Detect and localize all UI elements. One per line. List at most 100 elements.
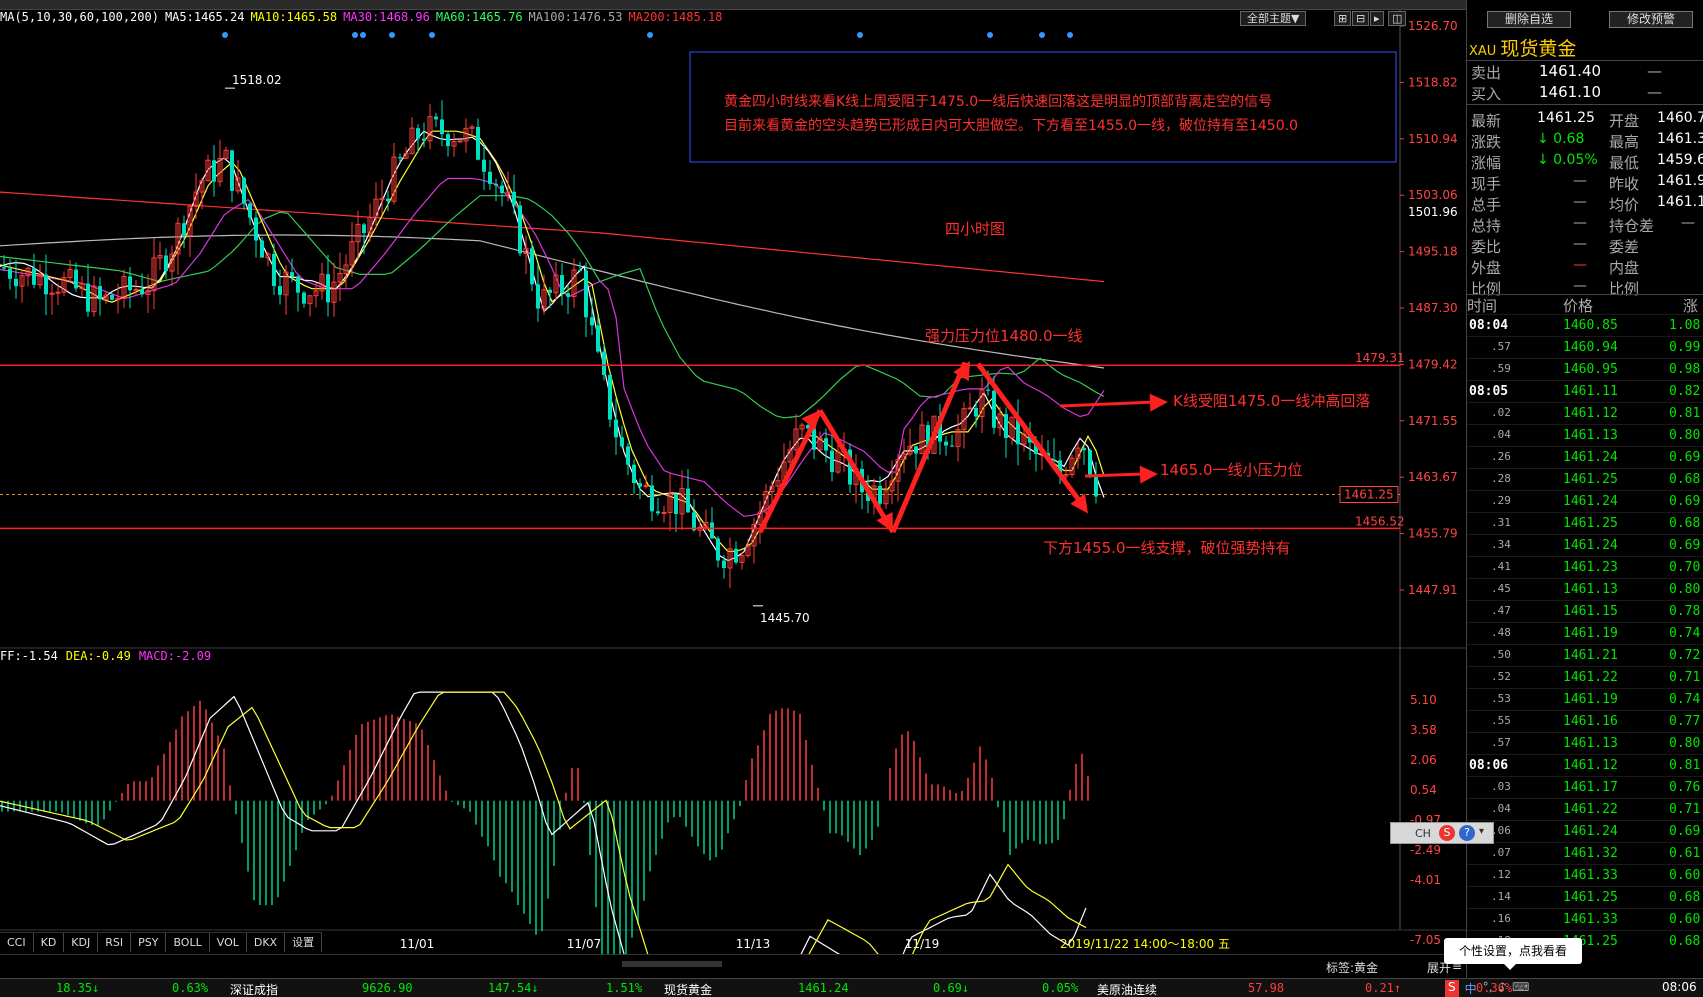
trade-change: 0.81 [1669, 406, 1701, 421]
stat-label: 昨收 [1609, 175, 1640, 193]
stat-value: — [1573, 194, 1587, 210]
trade-time: .03 [1491, 780, 1511, 793]
candle-body [950, 445, 954, 447]
candle-body [992, 390, 996, 428]
event-dot[interactable] [360, 32, 366, 38]
trade-price: 1461.13 [1563, 428, 1618, 443]
ime-toolbar[interactable]: CH S ? ▾ [1390, 822, 1494, 844]
quote-panel: 删除自选 修改预警 XAU 现货黄金 卖出 1461.40 — 买入 1461.1… [1466, 0, 1703, 978]
candle-body [722, 560, 726, 568]
indicator-tab[interactable]: VOL [210, 933, 247, 952]
trade-time: .14 [1491, 890, 1511, 903]
tray-icons: S 中 °, ♪ ⌨ [1445, 980, 1529, 997]
delete-watchlist-button[interactable]: 删除自选 [1487, 11, 1571, 28]
lang-tray-icon[interactable]: 中 [1465, 980, 1477, 997]
date-axis-label: 11/19 [905, 937, 940, 951]
ime-dropdown-icon[interactable]: ▾ [1479, 826, 1484, 837]
layout-icon[interactable]: ⊞ [1334, 11, 1352, 26]
trade-time: .52 [1491, 670, 1511, 683]
event-dot[interactable] [857, 32, 863, 38]
event-dot[interactable] [647, 32, 653, 38]
indicator-tab[interactable]: KD [34, 933, 65, 952]
indicator-tab[interactable]: PSY [131, 933, 167, 952]
kline-chart[interactable]: 1526.70 1518.82 1510.94 1503.06 1495.18 1487.… [0, 0, 1466, 955]
trade-change: 0.80 [1669, 428, 1701, 443]
zoom-icon[interactable]: ⊟ [1352, 11, 1370, 26]
trade-change: 0.76 [1669, 780, 1701, 795]
trade-time: .28 [1491, 472, 1511, 485]
trade-change: 0.71 [1669, 802, 1701, 817]
macd-axis-label: -2.49 [1410, 843, 1441, 857]
sogou-icon[interactable]: S [1439, 825, 1455, 841]
trade-price: 1461.23 [1563, 560, 1618, 575]
theme-select-button[interactable]: 全部主题▼ [1240, 11, 1307, 26]
stat-value: ↓ 0.68 [1537, 131, 1585, 147]
trade-price: 1461.16 [1563, 714, 1618, 729]
indicator-tab[interactable]: DKX [247, 933, 286, 952]
indicator-tab[interactable]: CCI [0, 933, 34, 952]
trade-row: .31 1461.25 0.68 [1467, 512, 1703, 534]
indicator-tab[interactable]: 设置 [285, 933, 323, 952]
event-dot[interactable] [222, 32, 228, 38]
window-icon[interactable]: ◫ [1388, 11, 1407, 26]
settings-tooltip[interactable]: 个性设置，点我看看 [1444, 938, 1582, 970]
trade-time: .34 [1491, 538, 1511, 551]
price-axis-label: 1471.55 [1408, 414, 1458, 428]
macd-axis-label: 2.06 [1410, 753, 1437, 767]
macd-axis-label: 0.54 [1410, 783, 1437, 797]
trade-price: 1461.25 [1563, 472, 1618, 487]
event-dot[interactable] [1039, 32, 1045, 38]
event-dot[interactable] [429, 32, 435, 38]
event-dot[interactable] [352, 32, 358, 38]
candle-body [734, 548, 738, 563]
edit-alert-button[interactable]: 修改预警 [1609, 11, 1693, 28]
event-dot[interactable] [389, 32, 395, 38]
stat-label: 总手 [1471, 196, 1502, 214]
trade-time: .07 [1491, 846, 1511, 859]
trades-header: 时间 价格 涨 [1467, 294, 1703, 315]
trade-row: .57 1461.13 0.80 [1467, 732, 1703, 754]
ticker-item: 深证成指 [230, 983, 279, 997]
indicator-tab[interactable]: KDJ [64, 933, 99, 952]
mic-tray-icon[interactable]: ♪ [1498, 980, 1506, 997]
stat-value: — [1573, 257, 1587, 273]
candle-body [530, 248, 534, 285]
candle-body [596, 325, 600, 352]
low-label: 1445.70 [760, 611, 810, 625]
stat-value: — [1573, 215, 1587, 231]
trade-price: 1461.24 [1563, 824, 1618, 839]
keyboard-tray-icon[interactable]: ⌨ [1512, 980, 1529, 997]
trade-time: .47 [1491, 604, 1511, 617]
candle-body [710, 522, 714, 539]
macd-axis-label: 3.58 [1410, 723, 1437, 737]
trade-time: .48 [1491, 626, 1511, 639]
ime-lang[interactable]: CH [1415, 827, 1431, 840]
stat-value: ↓ 0.05% [1537, 152, 1598, 168]
trade-price: 1460.85 [1563, 318, 1618, 333]
event-dot[interactable] [1067, 32, 1073, 38]
macd-axis-label: -4.01 [1410, 873, 1441, 887]
trades-col-price: 价格 [1563, 297, 1594, 315]
candle-body [182, 223, 186, 236]
next-icon[interactable]: ▸ [1370, 11, 1384, 26]
trade-price: 1461.22 [1563, 802, 1618, 817]
trade-price: 1461.21 [1563, 648, 1618, 663]
indicator-tab[interactable]: RSI [98, 933, 132, 952]
scroll-handle[interactable] [622, 961, 722, 967]
stat-label: 外盘 [1471, 259, 1502, 277]
stat-row: 现手 — 昨收 1461.9 [1467, 173, 1703, 194]
trade-row: .29 1461.24 0.69 [1467, 490, 1703, 512]
event-dot[interactable] [987, 32, 993, 38]
pointer-arrow [1059, 400, 1156, 408]
sogou-tray-icon[interactable]: S [1445, 980, 1459, 997]
candle-body [110, 294, 114, 300]
candle-body [140, 289, 144, 295]
price-axis-label: 1479.42 [1408, 357, 1458, 371]
candle-body [626, 446, 630, 465]
candle-body [686, 488, 690, 513]
candle-body [590, 317, 594, 326]
indicator-tab[interactable]: BOLL [166, 933, 210, 952]
candle-body [379, 198, 385, 201]
help-icon[interactable]: ? [1459, 825, 1475, 841]
punct-tray-icon[interactable]: °, [1483, 980, 1493, 997]
